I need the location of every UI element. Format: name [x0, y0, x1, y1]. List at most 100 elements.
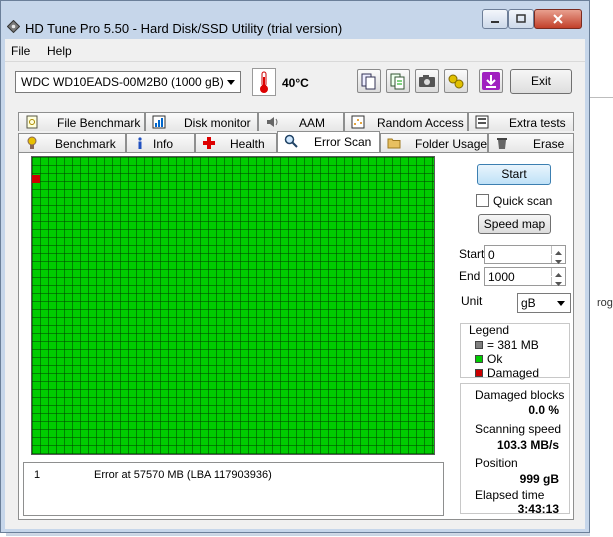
- tab-aam-label: AAM: [299, 116, 326, 130]
- extra-tests-icon: [475, 115, 489, 129]
- elapsed-time-value: 3:43:13: [517, 502, 559, 516]
- client-area: File Help WDC WD10EADS-00M2B0 (1000 gB) …: [5, 39, 585, 529]
- tab-file-benchmark-label: File Benchmark: [57, 116, 141, 130]
- elapsed-time-label: Elapsed time: [475, 488, 545, 502]
- scanning-speed-label: Scanning speed: [475, 422, 562, 436]
- save-button[interactable]: [479, 69, 503, 93]
- options-button[interactable]: [444, 69, 468, 93]
- random-access-icon: [351, 115, 365, 129]
- error-scan-panel: 1 Error at 57570 MB (LBA 117903936) Star…: [18, 152, 574, 520]
- menu-bar: File Help: [5, 39, 585, 61]
- tab-error-scan[interactable]: Error Scan: [277, 131, 380, 152]
- unit-select-value: gB: [521, 296, 536, 310]
- spin-down-button[interactable]: [551, 255, 565, 264]
- tab-extra-tests[interactable]: Extra tests: [468, 112, 574, 131]
- unit-field-label: Unit: [461, 294, 483, 308]
- folder-icon: [387, 138, 401, 149]
- close-icon: [553, 14, 563, 24]
- tab-info-label: Info: [153, 137, 174, 151]
- chevron-down-icon: [557, 301, 565, 306]
- chevron-down-icon: [555, 282, 562, 286]
- save-download-icon: [482, 72, 500, 90]
- screenshot-camera-icon: [419, 75, 435, 87]
- legend-ok-label: Ok: [487, 352, 503, 366]
- health-cross-icon: [203, 137, 215, 149]
- legend-box: Legend = 381 MB Ok Damaged: [460, 323, 570, 380]
- background-window-line: [590, 97, 613, 98]
- list-item[interactable]: 1 Error at 57570 MB (LBA 117903936): [24, 463, 443, 481]
- menu-divider: [5, 61, 585, 62]
- close-button[interactable]: [534, 9, 582, 29]
- error-log-list[interactable]: 1 Error at 57570 MB (LBA 117903936): [23, 462, 444, 516]
- position-label: Position: [475, 456, 518, 470]
- start-spin-value: 0: [488, 248, 495, 262]
- end-field-label: End: [459, 269, 481, 283]
- temperature-readout: 40°C: [282, 76, 309, 90]
- tab-folder-usage[interactable]: Folder Usage: [380, 133, 488, 152]
- tab-health-label: Health: [230, 137, 265, 151]
- legend-swatch-ok: [475, 355, 483, 363]
- scanning-speed-value: 103.3 MB/s: [496, 438, 559, 452]
- spin-down-button[interactable]: [551, 277, 565, 286]
- copy-text-icon: [390, 73, 405, 90]
- app-logo-icon: [7, 20, 20, 33]
- position-value: 999 gB: [519, 472, 559, 486]
- legend-damaged-label: Damaged: [487, 366, 540, 380]
- file-benchmark-icon: [26, 115, 38, 129]
- unit-select[interactable]: gB: [517, 293, 571, 313]
- start-scan-button[interactable]: Start: [477, 164, 551, 185]
- menu-help[interactable]: Help: [47, 44, 72, 58]
- chevron-down-icon: [555, 260, 562, 264]
- quick-scan-label: Quick scan: [493, 194, 553, 208]
- copy-info-button[interactable]: [357, 69, 381, 93]
- tab-extra-tests-label: Extra tests: [509, 116, 566, 130]
- copy-text-button[interactable]: [386, 69, 410, 93]
- damaged-blocks-value: 0.0 %: [528, 403, 559, 417]
- end-spin-input[interactable]: 1000: [484, 267, 566, 286]
- minimize-button[interactable]: [482, 9, 508, 29]
- disk-monitor-icon: [152, 115, 166, 129]
- tab-health[interactable]: Health: [195, 133, 277, 152]
- legend-swatch-damaged: [475, 369, 483, 377]
- tab-random-access[interactable]: Random Access: [344, 112, 468, 131]
- menu-file[interactable]: File: [11, 44, 30, 58]
- title-bar[interactable]: HD Tune Pro 5.50 - Hard Disk/SSD Utility…: [1, 1, 589, 39]
- window-title: HD Tune Pro 5.50 - Hard Disk/SSD Utility…: [25, 21, 343, 36]
- tab-aam[interactable]: AAM: [258, 112, 344, 131]
- spin-up-button[interactable]: [551, 246, 565, 255]
- screenshot-button[interactable]: [415, 69, 439, 93]
- copy-info-icon: [361, 73, 376, 90]
- tab-random-access-label: Random Access: [377, 116, 464, 130]
- start-field-label: Start: [459, 247, 485, 261]
- tab-file-benchmark[interactable]: File Benchmark: [18, 112, 145, 131]
- scan-block-map: [31, 156, 435, 455]
- menu-file-label: File: [11, 44, 31, 58]
- quick-scan-checkbox[interactable]: [476, 194, 489, 207]
- tab-benchmark-label: Benchmark: [55, 137, 116, 151]
- exit-button[interactable]: Exit: [510, 69, 572, 94]
- speaker-icon: [267, 117, 278, 127]
- maximize-icon: [516, 14, 526, 23]
- legend-swatch-block-size: [475, 341, 483, 349]
- temperature-icon-box: [252, 68, 276, 96]
- thermometer-icon: [260, 71, 268, 93]
- chevron-down-icon: [227, 80, 235, 85]
- error-message: Error at 57570 MB (LBA 117903936): [94, 469, 272, 481]
- drive-select[interactable]: WDC WD10EADS-00M2B0 (1000 gB): [15, 71, 241, 93]
- tab-info[interactable]: Info: [126, 133, 195, 152]
- spin-up-button[interactable]: [551, 268, 565, 277]
- error-index: 1: [34, 469, 41, 481]
- maximize-button[interactable]: [508, 9, 534, 29]
- trash-icon: [497, 138, 507, 149]
- options-icon: [448, 74, 464, 89]
- app-window: HD Tune Pro 5.50 - Hard Disk/SSD Utility…: [0, 0, 590, 533]
- tab-erase-label: Erase: [533, 137, 565, 151]
- damaged-blocks-label: Damaged blocks: [475, 388, 565, 402]
- start-spin-input[interactable]: 0: [484, 245, 566, 264]
- tab-disk-monitor[interactable]: Disk monitor: [145, 112, 258, 131]
- tab-erase[interactable]: Erase: [488, 133, 574, 152]
- tab-benchmark[interactable]: Benchmark: [18, 133, 126, 152]
- info-icon: [138, 137, 142, 149]
- magnifier-icon: [284, 134, 298, 148]
- speed-map-button[interactable]: Speed map: [478, 214, 551, 234]
